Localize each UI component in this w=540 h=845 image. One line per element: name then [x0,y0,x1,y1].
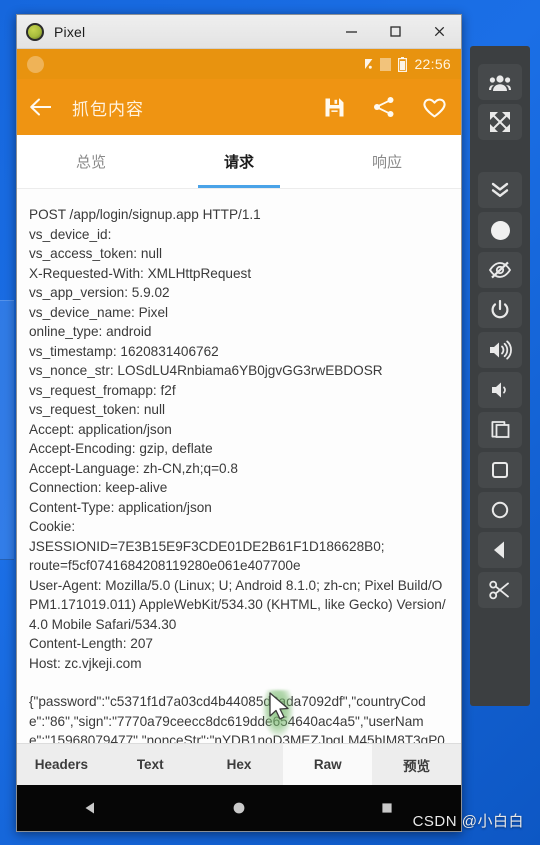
tab-preview[interactable]: 预览 [372,744,461,785]
square-icon[interactable] [478,452,522,488]
back-triangle-icon[interactable] [83,800,99,816]
notification-dot-icon [27,55,44,73]
tab-response[interactable]: 响应 [313,135,461,188]
minimize-icon[interactable] [329,15,373,48]
close-icon[interactable] [417,15,461,48]
fullscreen-icon[interactable] [478,104,522,140]
recents-square-icon[interactable] [379,800,395,816]
multi-user-icon[interactable] [478,64,522,100]
tab-hex[interactable]: Hex [195,744,284,785]
android-nav-bar [17,785,461,831]
back-arrow-icon[interactable] [29,96,54,118]
window-title: Pixel [54,23,86,40]
circle-icon[interactable] [478,492,522,528]
desktop-scroll-band [0,300,14,560]
request-headers-text: POST /app/login/signup.app HTTP/1.1 vs_d… [29,207,446,671]
tab-text[interactable]: Text [106,744,195,785]
window-titlebar: Pixel [17,15,461,49]
tab-response-label: 响应 [371,154,402,171]
home-circle-icon[interactable] [231,800,247,816]
rotate-icon[interactable] [478,412,522,448]
battery-icon [398,56,408,72]
heart-icon[interactable] [422,96,447,119]
tab-headers-label: Headers [34,757,89,772]
record-icon[interactable] [478,212,522,248]
window-controls [329,15,461,48]
tab-request-label: 请求 [223,154,254,171]
app-bar-actions [323,95,447,119]
back-chevron-icon[interactable] [478,532,522,568]
wifi-icon [365,58,373,69]
signal-icon [380,57,392,71]
volume-up-icon[interactable] [478,332,522,368]
tab-headers[interactable]: Headers [17,744,106,785]
eye-off-icon[interactable] [478,252,522,288]
emulator-toolbar [470,46,530,706]
tab-hex-label: Hex [226,757,252,772]
power-icon[interactable] [478,292,522,328]
tab-request[interactable]: 请求 [165,135,313,188]
emulator-window: Pixel 22:56 抓包内容 总览 请求 响应 POST /app/logi… [16,14,462,832]
android-status-bar: 22:56 [17,49,461,79]
record-dot [490,220,510,240]
request-content-pane[interactable]: POST /app/login/signup.app HTTP/1.1 vs_d… [17,189,461,743]
request-body-text: {"password":"c5371f1d7a03cd4b44085d3ada7… [29,694,445,743]
watermark: CSDN @小白白 [412,813,524,830]
status-bar-right-group: 22:56 [357,56,451,72]
maximize-icon[interactable] [373,15,417,48]
tab-overview[interactable]: 总览 [17,135,165,188]
tab-raw-label: Raw [313,757,342,772]
page-title: 抓包内容 [72,99,144,119]
save-icon[interactable] [323,96,346,119]
scissors-icon[interactable] [478,572,522,608]
status-bar-time: 22:56 [414,56,451,72]
tab-text-label: Text [136,757,164,772]
request-tabs: 总览 请求 响应 [17,135,461,189]
app-bar: 抓包内容 [17,79,461,135]
tab-overview-label: 总览 [75,154,106,171]
view-mode-tabs: Headers Text Hex Raw 预览 [17,743,461,785]
chevron-double-down-icon[interactable] [478,172,522,208]
share-icon[interactable] [372,95,396,119]
volume-down-icon[interactable] [478,372,522,408]
tab-preview-label: 预览 [403,758,431,774]
tab-raw[interactable]: Raw [283,744,373,785]
android-icon [26,22,44,41]
